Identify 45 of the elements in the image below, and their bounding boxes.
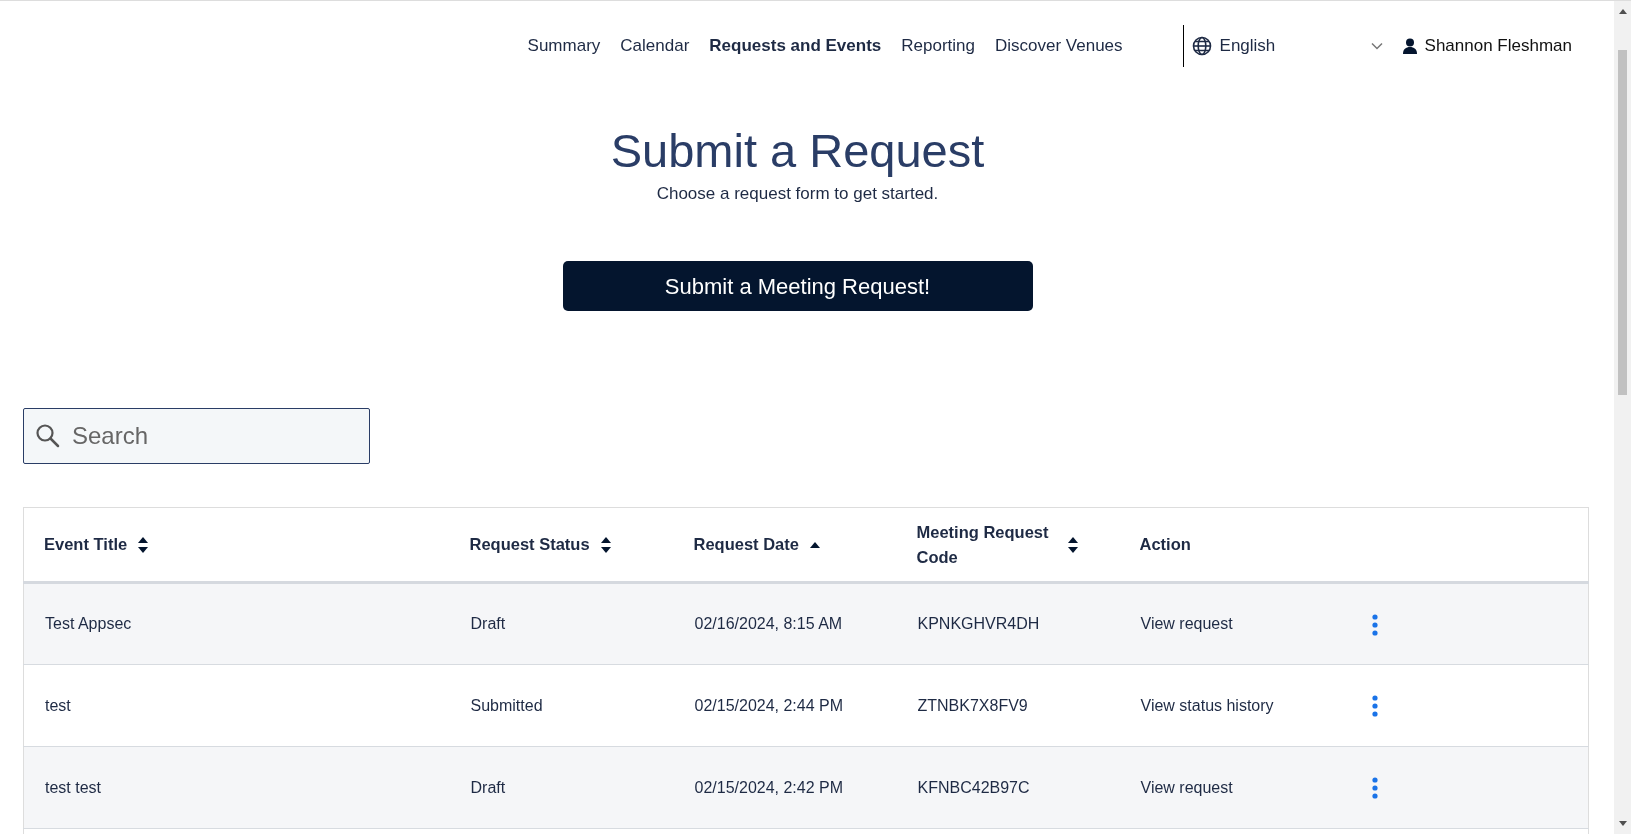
action-link[interactable]: View status history <box>1140 696 1274 714</box>
page-title: Submit a Request <box>609 125 986 177</box>
column-header[interactable]: Meeting Request Code <box>916 519 1079 570</box>
table-cell: ZTNBK7X8FV9 <box>917 696 1028 714</box>
person-icon <box>1402 38 1417 54</box>
globe-icon <box>1191 36 1212 56</box>
scroll-down-icon[interactable] <box>1617 820 1628 828</box>
scrollbar[interactable] <box>1614 1 1631 834</box>
table-cell: KPNKGHVR4DH <box>917 615 1040 633</box>
scrollbar-thumb[interactable] <box>1618 50 1627 395</box>
table-cell: 02/16/2024, 8:15 AM <box>694 615 843 633</box>
table-cell: 02/15/2024, 2:42 PM <box>694 778 844 796</box>
scroll-up-icon[interactable] <box>1617 7 1628 15</box>
nav-link[interactable]: Requests and Events <box>699 33 892 59</box>
nav-link[interactable]: Summary <box>517 33 611 59</box>
nav-link[interactable]: Discover Venues <box>985 33 1133 59</box>
column-header: Action <box>1139 534 1191 556</box>
table-cell: test test <box>45 778 102 796</box>
table-cell: Submitted <box>470 696 543 714</box>
action-link[interactable]: View request <box>1140 778 1233 796</box>
kebab-icon <box>1371 777 1378 800</box>
user-menu[interactable]: Shannon Fleshman <box>1402 33 1572 59</box>
chevron-down-icon <box>1370 42 1383 50</box>
page-subtitle: Choose a request form to get started. <box>655 182 940 205</box>
table-cell: Draft <box>470 615 506 633</box>
action-link[interactable]: View request <box>1140 615 1233 633</box>
nav-link[interactable]: Calendar <box>610 33 700 59</box>
table-cell: Test Appsec <box>45 615 132 633</box>
table-cell: test <box>45 696 71 714</box>
column-header[interactable]: Request Status <box>469 532 612 558</box>
sort-icon[interactable] <box>137 535 150 554</box>
kebab-icon <box>1371 613 1378 636</box>
language-selector[interactable]: English <box>1182 25 1383 67</box>
search-field[interactable]: Search <box>23 408 370 465</box>
table-cell: 02/15/2024, 2:44 PM <box>694 696 844 714</box>
kebab-icon <box>1371 695 1378 718</box>
column-header[interactable]: Event Title <box>44 532 150 558</box>
nav-link[interactable]: Reporting <box>891 33 985 59</box>
table-cell: KFNBC42B97C <box>917 778 1030 796</box>
sort-icon[interactable] <box>1066 535 1079 554</box>
table-cell: Draft <box>470 778 506 796</box>
submit-request-button[interactable]: Submit a Meeting Request! <box>562 261 1033 312</box>
column-header[interactable]: Request Date <box>693 532 821 558</box>
sort-ascending-icon[interactable] <box>808 540 821 549</box>
sort-icon[interactable] <box>599 535 612 554</box>
